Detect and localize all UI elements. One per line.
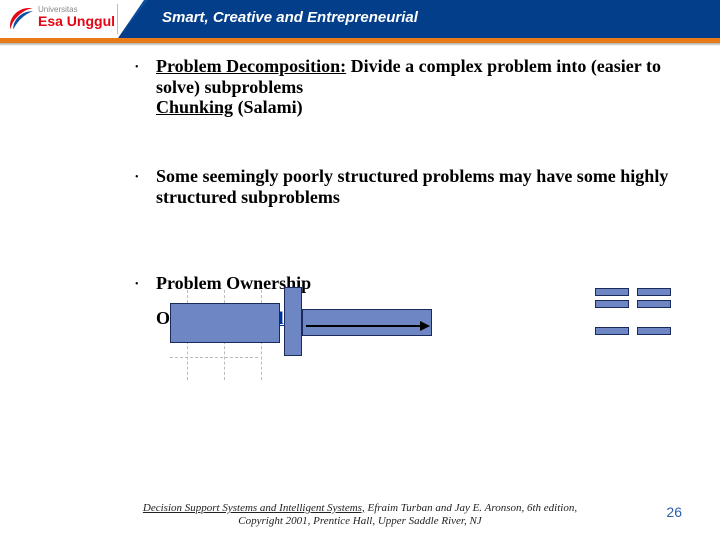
footer-book: Decision Support Systems and Intelligent… — [143, 502, 365, 514]
overlay-rect — [595, 327, 629, 335]
footer-rest1: Efraim Turban and Jay E. Aronson, 6th ed… — [365, 502, 577, 514]
overlay-rect — [302, 309, 432, 336]
bullet-marker: • — [0, 273, 156, 294]
bullet-1: • Problem Decomposition: Divide a comple… — [0, 56, 720, 118]
slide-header: Universitas Esa Unggul Smart, Creative a… — [0, 0, 720, 38]
bullet-2: • Some seemingly poorly structured probl… — [0, 166, 720, 207]
guide-line — [170, 357, 258, 358]
bullet-3-body: Problem Ownership — [156, 273, 720, 294]
logo-text: Universitas Esa Unggul — [38, 6, 115, 28]
logo-area: Universitas Esa Unggul — [0, 0, 118, 38]
overlay-rect — [595, 300, 629, 308]
footer-line2: Copyright 2001, Prentice Hall, Upper Sad… — [238, 515, 481, 527]
footer-citation: Decision Support Systems and Intelligent… — [0, 502, 720, 528]
bullet-1-title: Problem Decomposition: — [156, 56, 346, 76]
university-name: Esa Unggul — [38, 14, 115, 28]
slogan-text: Smart, Creative and Entrepreneurial — [162, 9, 418, 26]
overlay-rect — [637, 300, 671, 308]
overlay-rect — [595, 288, 629, 296]
outcome-prefix: O — [156, 308, 170, 328]
bullet-1-body: Problem Decomposition: Divide a complex … — [156, 56, 720, 118]
overlay-rect — [637, 288, 671, 296]
content-area: • Problem Decomposition: Divide a comple… — [0, 48, 720, 329]
bullet-marker: • — [0, 56, 156, 118]
logo-swoosh-icon — [6, 4, 36, 34]
arrow-icon — [306, 325, 428, 327]
bullet-1-extra-rest: (Salami) — [233, 97, 303, 117]
shadow-bar — [0, 43, 720, 46]
bullet-2-body: Some seemingly poorly structured problem… — [156, 166, 720, 207]
overlay-rect — [637, 327, 671, 335]
page-number: 26 — [666, 504, 682, 520]
bullet-1-extra-u: Chunking — [156, 97, 233, 117]
header-triangle — [118, 0, 144, 38]
overlay-rect — [170, 303, 280, 343]
bullet-marker: • — [0, 166, 156, 207]
overlay-rect — [284, 287, 302, 356]
